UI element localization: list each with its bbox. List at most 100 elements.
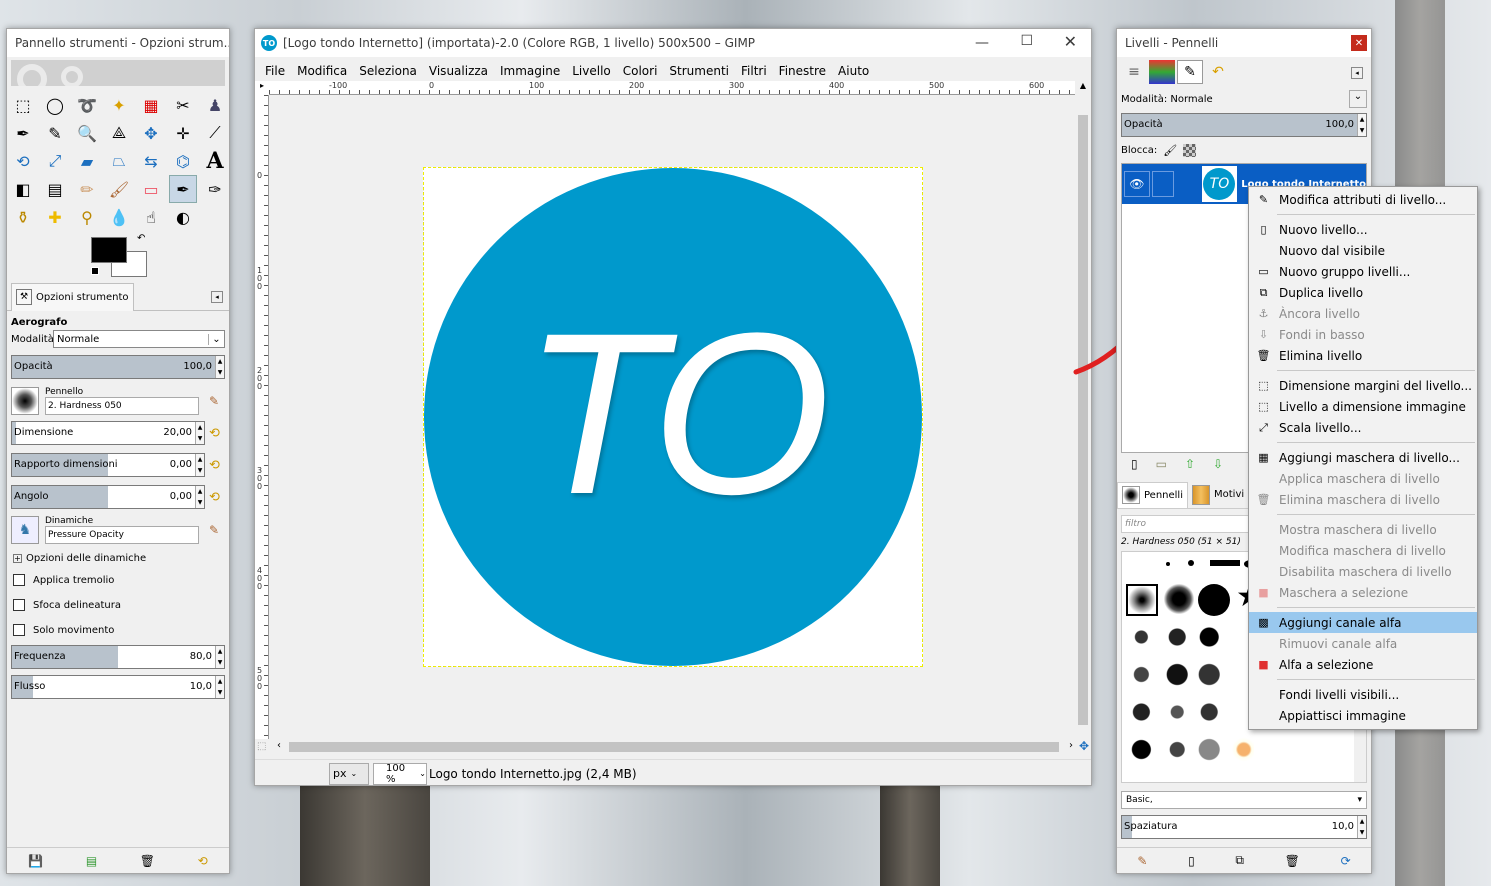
move-tool-icon[interactable]: ✥ bbox=[137, 119, 165, 147]
apply-jitter-checkbox[interactable]: Applica tremolio bbox=[7, 569, 229, 591]
context-menu-item[interactable]: ⤢ Scala livello... bbox=[1249, 417, 1477, 438]
heal-tool-icon[interactable]: ✚ bbox=[41, 203, 69, 231]
context-menu-item[interactable]: ⬚ Livello a dimensione immagine bbox=[1249, 396, 1477, 417]
clone-tool-icon[interactable]: ⚱ bbox=[9, 203, 37, 231]
horizontal-scroll-thumb[interactable] bbox=[289, 742, 1059, 752]
align-tool-icon[interactable]: ✛ bbox=[169, 119, 197, 147]
context-menu-item[interactable]: Applica maschera di livello bbox=[1249, 468, 1477, 489]
delete-options-icon[interactable]: 🗑 bbox=[140, 854, 155, 868]
layer-link-cell[interactable] bbox=[1151, 171, 1174, 197]
selected-brush[interactable] bbox=[1126, 584, 1158, 616]
horizontal-ruler[interactable]: -100 0 100 200 300 400 500 600 bbox=[269, 81, 1077, 95]
tab-paths[interactable]: ✎ bbox=[1177, 60, 1203, 84]
size-slider[interactable]: Dimensione 20,00 ▲ ▼ bbox=[11, 421, 205, 445]
ratio-slider[interactable]: Rapporto dimensioni 0,00 ▲ ▼ bbox=[11, 453, 205, 477]
spacing-spinner[interactable]: ▲ ▼ bbox=[1357, 816, 1366, 838]
tab-brushes[interactable]: Pennelli bbox=[1117, 481, 1188, 508]
spacing-slider[interactable]: Spaziatura 10,0 ▲ ▼ bbox=[1121, 815, 1367, 839]
context-menu-item[interactable]: 🗑 Elimina maschera di livello bbox=[1249, 489, 1477, 510]
measure-tool-icon[interactable]: ⟁ bbox=[105, 119, 133, 147]
visibility-eye-icon[interactable]: 👁 bbox=[1124, 171, 1150, 197]
context-menu-item[interactable]: ✎ Modifica attributi di livello... bbox=[1249, 189, 1477, 210]
ellipse-select-tool-icon[interactable]: ◯ bbox=[41, 91, 69, 119]
perspective-tool-icon[interactable]: ⏢ bbox=[105, 147, 133, 175]
shear-tool-icon[interactable]: ▰ bbox=[73, 147, 101, 175]
menu-strumenti[interactable]: Strumenti bbox=[663, 64, 735, 78]
perspective-clone-tool-icon[interactable]: ⚲ bbox=[73, 203, 101, 231]
tab-patterns[interactable]: Motivi bbox=[1188, 482, 1248, 508]
blur-tool-icon[interactable]: 💧 bbox=[105, 203, 133, 231]
context-menu-item[interactable]: ▩ Aggiungi canale alfa bbox=[1249, 612, 1477, 633]
navigate-icon[interactable]: ✥ bbox=[1079, 739, 1089, 753]
context-menu-item[interactable]: Modifica maschera di livello bbox=[1249, 540, 1477, 561]
dynamics-icon[interactable]: ♞ bbox=[11, 516, 39, 544]
context-menu-item[interactable]: Mostra maschera di livello bbox=[1249, 519, 1477, 540]
menu-livello[interactable]: Livello bbox=[566, 64, 617, 78]
ruler-corner[interactable]: ▸ bbox=[255, 81, 269, 95]
close-button[interactable]: ✕ bbox=[1064, 32, 1077, 51]
context-menu-item[interactable]: ⧉ Duplica livello bbox=[1249, 282, 1477, 303]
zoom-tool-icon[interactable]: 🔍 bbox=[73, 119, 101, 147]
opacity-slider[interactable]: Opacità 100,0 ▲ ▼ bbox=[11, 355, 225, 379]
rotate-tool-icon[interactable]: ⟲ bbox=[9, 147, 37, 175]
mode-select[interactable]: Normale ⌄ bbox=[53, 330, 225, 348]
refresh-brushes-icon[interactable]: ⟳ bbox=[1341, 854, 1351, 868]
menu-finestre[interactable]: Finestre bbox=[773, 64, 832, 78]
paths-tool-icon[interactable]: ✒ bbox=[9, 119, 37, 147]
context-menu-item[interactable]: ⬚ Dimensione margini del livello... bbox=[1249, 375, 1477, 396]
duplicate-brush-icon[interactable]: ⧉ bbox=[1235, 853, 1244, 868]
dynamics-options-expander[interactable]: + Opzioni delle dinamiche bbox=[7, 547, 229, 569]
cage-tool-icon[interactable]: ⌬ bbox=[169, 147, 197, 175]
tab-layers[interactable]: ≡ bbox=[1121, 60, 1147, 84]
context-menu-item[interactable]: ▯ Nuovo livello... bbox=[1249, 219, 1477, 240]
layer-mode-select[interactable]: Modalità: Normale ⌄ bbox=[1121, 89, 1367, 109]
angle-slider[interactable]: Angolo 0,00 ▲ ▼ bbox=[11, 485, 205, 509]
brush-preview[interactable] bbox=[11, 387, 39, 415]
vertical-ruler[interactable]: 0 1 0 0 2 0 0 3 0 0 4 0 0 5 0 0 bbox=[255, 95, 269, 739]
reset-ratio-icon[interactable]: ⟲ bbox=[209, 458, 229, 473]
fuzzy-select-tool-icon[interactable]: ✦ bbox=[105, 91, 133, 119]
menu-colori[interactable]: Colori bbox=[617, 64, 664, 78]
tab-tool-options[interactable]: ⚒ Opzioni strumento bbox=[11, 282, 134, 311]
dodge-burn-tool-icon[interactable]: ◐ bbox=[169, 203, 197, 231]
foreground-color[interactable] bbox=[91, 237, 127, 263]
ratio-spinner[interactable]: ▲ ▼ bbox=[195, 454, 204, 476]
opacity-spinner[interactable]: ▲ ▼ bbox=[215, 356, 224, 378]
context-menu-item[interactable]: Rimuovi canale alfa bbox=[1249, 633, 1477, 654]
motion-only-checkbox[interactable]: Solo movimento bbox=[7, 619, 229, 641]
tab-menu-icon[interactable]: ◂ bbox=[211, 291, 223, 303]
horizontal-scrollbar[interactable]: ‹ › bbox=[271, 739, 1077, 755]
menu-filtri[interactable]: Filtri bbox=[735, 64, 773, 78]
lock-alpha-icon[interactable] bbox=[1183, 143, 1197, 157]
lower-layer-icon[interactable]: ⇩ bbox=[1213, 457, 1223, 471]
reset-angle-icon[interactable]: ⟲ bbox=[209, 490, 229, 505]
default-colors-icon[interactable] bbox=[91, 267, 99, 275]
tab-channels[interactable]: ▤ bbox=[1149, 60, 1175, 84]
raise-layer-icon[interactable]: ⇧ bbox=[1185, 457, 1195, 471]
menu-modifica[interactable]: Modifica bbox=[291, 64, 353, 78]
layer-opacity-slider[interactable]: Opacità 100,0 ▲ ▼ bbox=[1121, 113, 1367, 137]
context-menu-item[interactable]: ▦ Aggiungi maschera di livello... bbox=[1249, 447, 1477, 468]
dynamics-field[interactable]: Pressure Opacity bbox=[45, 526, 199, 544]
rect-select-tool-icon[interactable]: ⬚ bbox=[9, 91, 37, 119]
new-layer-icon[interactable]: ▯ bbox=[1131, 457, 1138, 471]
image-canvas[interactable]: TO bbox=[423, 167, 923, 667]
save-options-icon[interactable]: 💾 bbox=[28, 854, 43, 868]
smudge-tool-icon[interactable]: ☝ bbox=[137, 203, 165, 231]
tab-undo[interactable]: ↶ bbox=[1205, 60, 1231, 84]
crop-tool-icon[interactable]: ⟋ bbox=[201, 119, 229, 147]
lock-pixels-icon[interactable]: 🖌 bbox=[1163, 144, 1177, 157]
menu-file[interactable]: File bbox=[259, 64, 291, 78]
vertical-scrollbar[interactable]: ▲ bbox=[1075, 81, 1091, 739]
scissors-tool-icon[interactable]: ✂ bbox=[169, 91, 197, 119]
color-picker-tool-icon[interactable]: ✎ bbox=[41, 119, 69, 147]
menu-visualizza[interactable]: Visualizza bbox=[423, 64, 494, 78]
context-menu-item[interactable]: ▭ Nuovo gruppo livelli... bbox=[1249, 261, 1477, 282]
context-menu-item[interactable]: ⚓ Àncora livello bbox=[1249, 303, 1477, 324]
brush-field[interactable]: 2. Hardness 050 bbox=[45, 397, 199, 415]
layer-opacity-spinner[interactable]: ▲ ▼ bbox=[1357, 114, 1366, 136]
airbrush-tool-icon[interactable]: ✒ bbox=[169, 175, 197, 203]
edit-brush-icon[interactable]: ✎ bbox=[209, 394, 229, 408]
vertical-scroll-thumb[interactable] bbox=[1078, 115, 1088, 725]
brush-preset-select[interactable]: Basic, ▾ bbox=[1121, 791, 1367, 809]
